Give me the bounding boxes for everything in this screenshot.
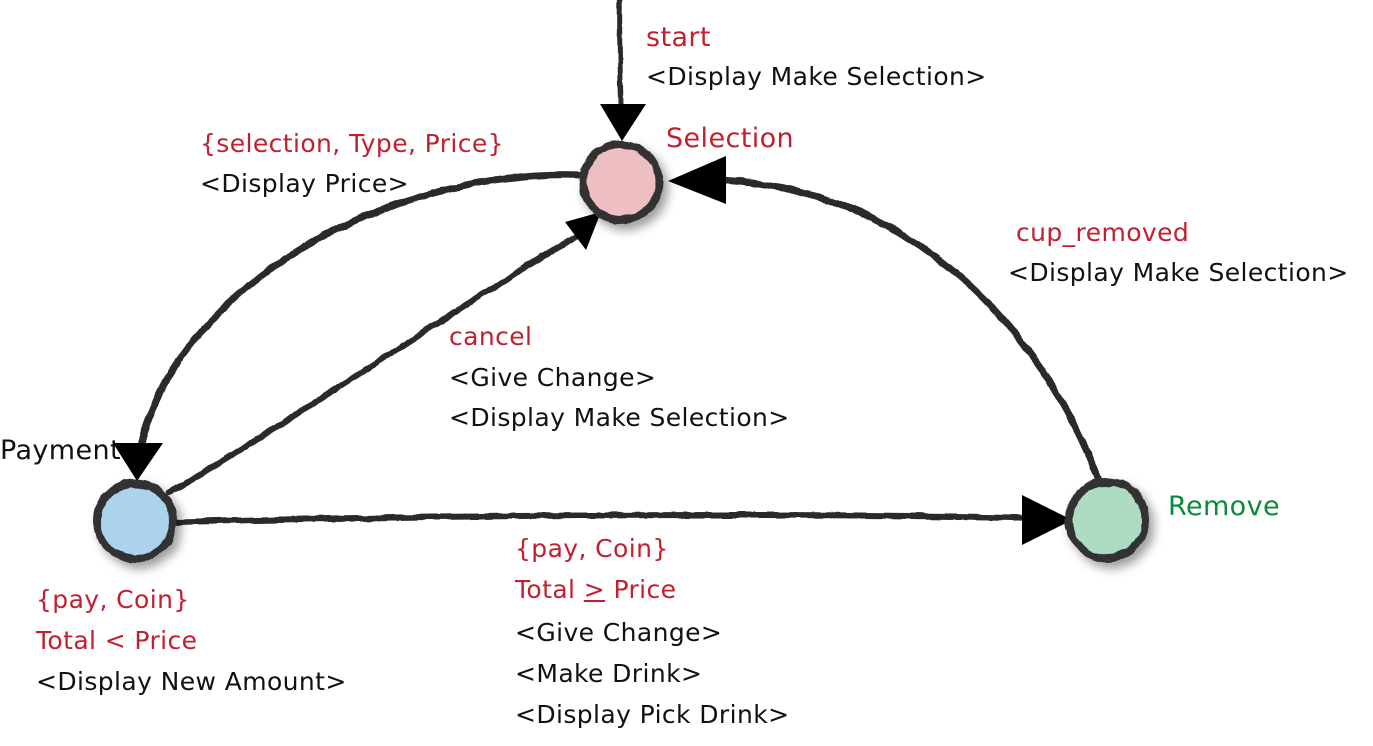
state-nodes xyxy=(93,140,1149,563)
state-node-selection[interactable] xyxy=(579,140,663,224)
arrowhead-start xyxy=(600,104,646,141)
guard-prefix: Total xyxy=(515,575,584,604)
transition-label-selection-to-payment-action: <Display Price> xyxy=(200,169,409,198)
transition-label-start-event: start xyxy=(646,22,711,53)
transition-label-selection-to-payment-event: {selection, Type, Price} xyxy=(200,129,504,158)
edge-start xyxy=(617,0,624,107)
transition-label-pay-full-action-1: <Give Change> xyxy=(515,618,723,647)
state-diagram-canvas: start <Display Make Selection> Selection… xyxy=(0,0,1373,746)
arrowhead-payment-cancel xyxy=(565,212,601,250)
transition-label-pay-partial-event: {pay, Coin} xyxy=(36,585,190,614)
guard-suffix: Price xyxy=(605,575,677,604)
guard-operator-ge: > xyxy=(583,575,606,604)
transition-label-pay-partial-guard: Total < Price xyxy=(36,626,198,655)
state-node-payment[interactable] xyxy=(93,479,177,563)
state-node-remove[interactable] xyxy=(1065,478,1149,562)
transition-label-cancel-action-2: <Display Make Selection> xyxy=(449,403,790,432)
arrowhead-payment-to-remove xyxy=(1022,495,1072,545)
transition-label-cup-removed-event: cup_removed xyxy=(1016,218,1190,247)
state-label-selection: Selection xyxy=(666,123,795,154)
transition-label-pay-partial-action: <Display New Amount> xyxy=(36,667,347,696)
state-label-remove: Remove xyxy=(1168,491,1280,522)
transition-label-pay-full-event: {pay, Coin} xyxy=(515,534,669,563)
transition-label-pay-full-action-2: <Make Drink> xyxy=(515,659,703,688)
transition-label-cancel-event: cancel xyxy=(449,322,533,351)
transition-label-pay-full-action-3: <Display Pick Drink> xyxy=(515,700,790,729)
state-label-payment: Payment xyxy=(0,435,122,466)
transition-label-cup-removed-action: <Display Make Selection> xyxy=(1008,258,1349,287)
edge-payment-to-remove xyxy=(173,512,1043,525)
transition-label-start-action: <Display Make Selection> xyxy=(646,62,987,91)
transition-label-cancel-action-1: <Give Change> xyxy=(449,363,657,392)
arrowhead-remove-to-selection xyxy=(668,156,726,204)
transition-label-pay-full-guard: Total > Price xyxy=(515,575,677,604)
